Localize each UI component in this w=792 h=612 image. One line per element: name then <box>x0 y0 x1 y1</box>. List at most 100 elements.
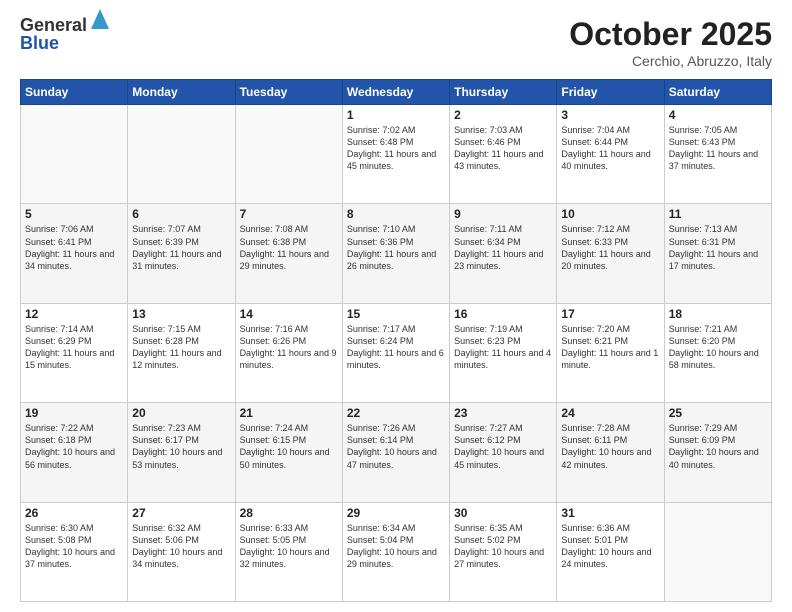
day-info: Sunrise: 7:07 AMSunset: 6:39 PMDaylight:… <box>132 223 230 272</box>
calendar-cell: 23 Sunrise: 7:27 AMSunset: 6:12 PMDayligh… <box>450 403 557 502</box>
calendar-cell: 7 Sunrise: 7:08 AMSunset: 6:38 PMDaylight… <box>235 204 342 303</box>
calendar-cell: 21 Sunrise: 7:24 AMSunset: 6:15 PMDayligh… <box>235 403 342 502</box>
day-info: Sunrise: 6:35 AMSunset: 5:02 PMDaylight:… <box>454 522 552 571</box>
calendar-cell <box>664 502 771 601</box>
weekday-header-row: SundayMondayTuesdayWednesdayThursdayFrid… <box>21 80 772 105</box>
weekday-header-sunday: Sunday <box>21 80 128 105</box>
day-number: 28 <box>240 506 338 520</box>
location: Cerchio, Abruzzo, Italy <box>569 53 772 69</box>
day-info: Sunrise: 7:21 AMSunset: 6:20 PMDaylight:… <box>669 323 767 372</box>
day-info: Sunrise: 7:22 AMSunset: 6:18 PMDaylight:… <box>25 422 123 471</box>
day-info: Sunrise: 7:15 AMSunset: 6:28 PMDaylight:… <box>132 323 230 372</box>
calendar-cell <box>128 105 235 204</box>
calendar-week-3: 12Sunrise: 7:14 AMSunset: 6:29 PMDayligh… <box>21 303 772 402</box>
weekday-header-tuesday: Tuesday <box>235 80 342 105</box>
calendar-cell: 2Sunrise: 7:03 AMSunset: 6:46 PMDaylight… <box>450 105 557 204</box>
calendar-cell: 10 Sunrise: 7:12 AMSunset: 6:33 PMDayligh… <box>557 204 664 303</box>
day-number: 10 <box>561 207 659 221</box>
calendar-cell: 27 Sunrise: 6:32 AMSunset: 5:06 PMDayligh… <box>128 502 235 601</box>
calendar-table: SundayMondayTuesdayWednesdayThursdayFrid… <box>20 79 772 602</box>
day-info: Sunrise: 7:08 AMSunset: 6:38 PMDaylight:… <box>240 223 338 272</box>
day-number: 24 <box>561 406 659 420</box>
day-number: 11 <box>669 207 767 221</box>
calendar-cell: 11Sunrise: 7:13 AMSunset: 6:31 PMDayligh… <box>664 204 771 303</box>
day-info: Sunrise: 7:27 AMSunset: 6:12 PMDaylight:… <box>454 422 552 471</box>
calendar-cell: 9 Sunrise: 7:11 AMSunset: 6:34 PMDaylight… <box>450 204 557 303</box>
weekday-header-wednesday: Wednesday <box>342 80 449 105</box>
calendar-cell: 1Sunrise: 7:02 AMSunset: 6:48 PMDaylight… <box>342 105 449 204</box>
month-title: October 2025 <box>569 16 772 53</box>
calendar-cell <box>235 105 342 204</box>
weekday-header-thursday: Thursday <box>450 80 557 105</box>
calendar-cell: 15 Sunrise: 7:17 AMSunset: 6:24 PMDayligh… <box>342 303 449 402</box>
calendar-cell: 28 Sunrise: 6:33 AMSunset: 5:05 PMDayligh… <box>235 502 342 601</box>
day-number: 21 <box>240 406 338 420</box>
day-number: 9 <box>454 207 552 221</box>
day-info: Sunrise: 6:33 AMSunset: 5:05 PMDaylight:… <box>240 522 338 571</box>
day-number: 26 <box>25 506 123 520</box>
calendar-cell: 17 Sunrise: 7:20 AMSunset: 6:21 PMDayligh… <box>557 303 664 402</box>
day-number: 1 <box>347 108 445 122</box>
weekday-header-monday: Monday <box>128 80 235 105</box>
day-number: 31 <box>561 506 659 520</box>
day-number: 4 <box>669 108 767 122</box>
calendar-cell: 12Sunrise: 7:14 AMSunset: 6:29 PMDayligh… <box>21 303 128 402</box>
day-number: 8 <box>347 207 445 221</box>
logo-text-block: General Blue <box>20 16 109 54</box>
day-number: 17 <box>561 307 659 321</box>
weekday-header-saturday: Saturday <box>664 80 771 105</box>
day-info: Sunrise: 7:11 AMSunset: 6:34 PMDaylight:… <box>454 223 552 272</box>
day-number: 14 <box>240 307 338 321</box>
day-number: 5 <box>25 207 123 221</box>
day-info: Sunrise: 7:12 AMSunset: 6:33 PMDaylight:… <box>561 223 659 272</box>
day-number: 13 <box>132 307 230 321</box>
header: General Blue October 2025 Cerchio, Abruz… <box>20 16 772 69</box>
day-info: Sunrise: 7:05 AMSunset: 6:43 PMDaylight:… <box>669 124 767 173</box>
day-number: 20 <box>132 406 230 420</box>
day-info: Sunrise: 7:24 AMSunset: 6:15 PMDaylight:… <box>240 422 338 471</box>
calendar-cell: 13 Sunrise: 7:15 AMSunset: 6:28 PMDayligh… <box>128 303 235 402</box>
calendar-cell: 6 Sunrise: 7:07 AMSunset: 6:39 PMDaylight… <box>128 204 235 303</box>
day-number: 22 <box>347 406 445 420</box>
calendar-cell: 20 Sunrise: 7:23 AMSunset: 6:17 PMDayligh… <box>128 403 235 502</box>
calendar-cell: 19 Sunrise: 7:22 AMSunset: 6:18 PMDayligh… <box>21 403 128 502</box>
day-number: 27 <box>132 506 230 520</box>
calendar-cell: 26 Sunrise: 6:30 AMSunset: 5:08 PMDayligh… <box>21 502 128 601</box>
day-info: Sunrise: 7:06 AMSunset: 6:41 PMDaylight:… <box>25 223 123 272</box>
calendar-cell: 5 Sunrise: 7:06 AMSunset: 6:41 PMDaylight… <box>21 204 128 303</box>
day-info: Sunrise: 6:32 AMSunset: 5:06 PMDaylight:… <box>132 522 230 571</box>
day-number: 3 <box>561 108 659 122</box>
calendar-week-1: 1Sunrise: 7:02 AMSunset: 6:48 PMDaylight… <box>21 105 772 204</box>
day-number: 6 <box>132 207 230 221</box>
day-info: Sunrise: 7:28 AMSunset: 6:11 PMDaylight:… <box>561 422 659 471</box>
calendar-cell: 22 Sunrise: 7:26 AMSunset: 6:14 PMDayligh… <box>342 403 449 502</box>
day-info: Sunrise: 7:20 AMSunset: 6:21 PMDaylight:… <box>561 323 659 372</box>
day-info: Sunrise: 6:36 AMSunset: 5:01 PMDaylight:… <box>561 522 659 571</box>
day-number: 19 <box>25 406 123 420</box>
day-info: Sunrise: 7:19 AMSunset: 6:23 PMDaylight:… <box>454 323 552 372</box>
calendar-cell: 24 Sunrise: 7:28 AMSunset: 6:11 PMDayligh… <box>557 403 664 502</box>
day-info: Sunrise: 7:14 AMSunset: 6:29 PMDaylight:… <box>25 323 123 372</box>
calendar-cell: 14 Sunrise: 7:16 AMSunset: 6:26 PMDayligh… <box>235 303 342 402</box>
day-info: Sunrise: 7:26 AMSunset: 6:14 PMDaylight:… <box>347 422 445 471</box>
day-info: Sunrise: 6:34 AMSunset: 5:04 PMDaylight:… <box>347 522 445 571</box>
day-info: Sunrise: 7:16 AMSunset: 6:26 PMDaylight:… <box>240 323 338 372</box>
calendar-cell: 25Sunrise: 7:29 AMSunset: 6:09 PMDayligh… <box>664 403 771 502</box>
day-info: Sunrise: 6:30 AMSunset: 5:08 PMDaylight:… <box>25 522 123 571</box>
day-number: 7 <box>240 207 338 221</box>
day-info: Sunrise: 7:29 AMSunset: 6:09 PMDaylight:… <box>669 422 767 471</box>
calendar-cell: 3Sunrise: 7:04 AMSunset: 6:44 PMDaylight… <box>557 105 664 204</box>
calendar-week-5: 26 Sunrise: 6:30 AMSunset: 5:08 PMDayligh… <box>21 502 772 601</box>
calendar-week-4: 19 Sunrise: 7:22 AMSunset: 6:18 PMDayligh… <box>21 403 772 502</box>
day-number: 15 <box>347 307 445 321</box>
day-number: 16 <box>454 307 552 321</box>
day-number: 29 <box>347 506 445 520</box>
day-number: 23 <box>454 406 552 420</box>
day-number: 18 <box>669 307 767 321</box>
day-info: Sunrise: 7:23 AMSunset: 6:17 PMDaylight:… <box>132 422 230 471</box>
page: General Blue October 2025 Cerchio, Abruz… <box>0 0 792 612</box>
day-info: Sunrise: 7:17 AMSunset: 6:24 PMDaylight:… <box>347 323 445 372</box>
calendar-cell: 29 Sunrise: 6:34 AMSunset: 5:04 PMDayligh… <box>342 502 449 601</box>
day-info: Sunrise: 7:03 AMSunset: 6:46 PMDaylight:… <box>454 124 552 173</box>
title-block: October 2025 Cerchio, Abruzzo, Italy <box>569 16 772 69</box>
